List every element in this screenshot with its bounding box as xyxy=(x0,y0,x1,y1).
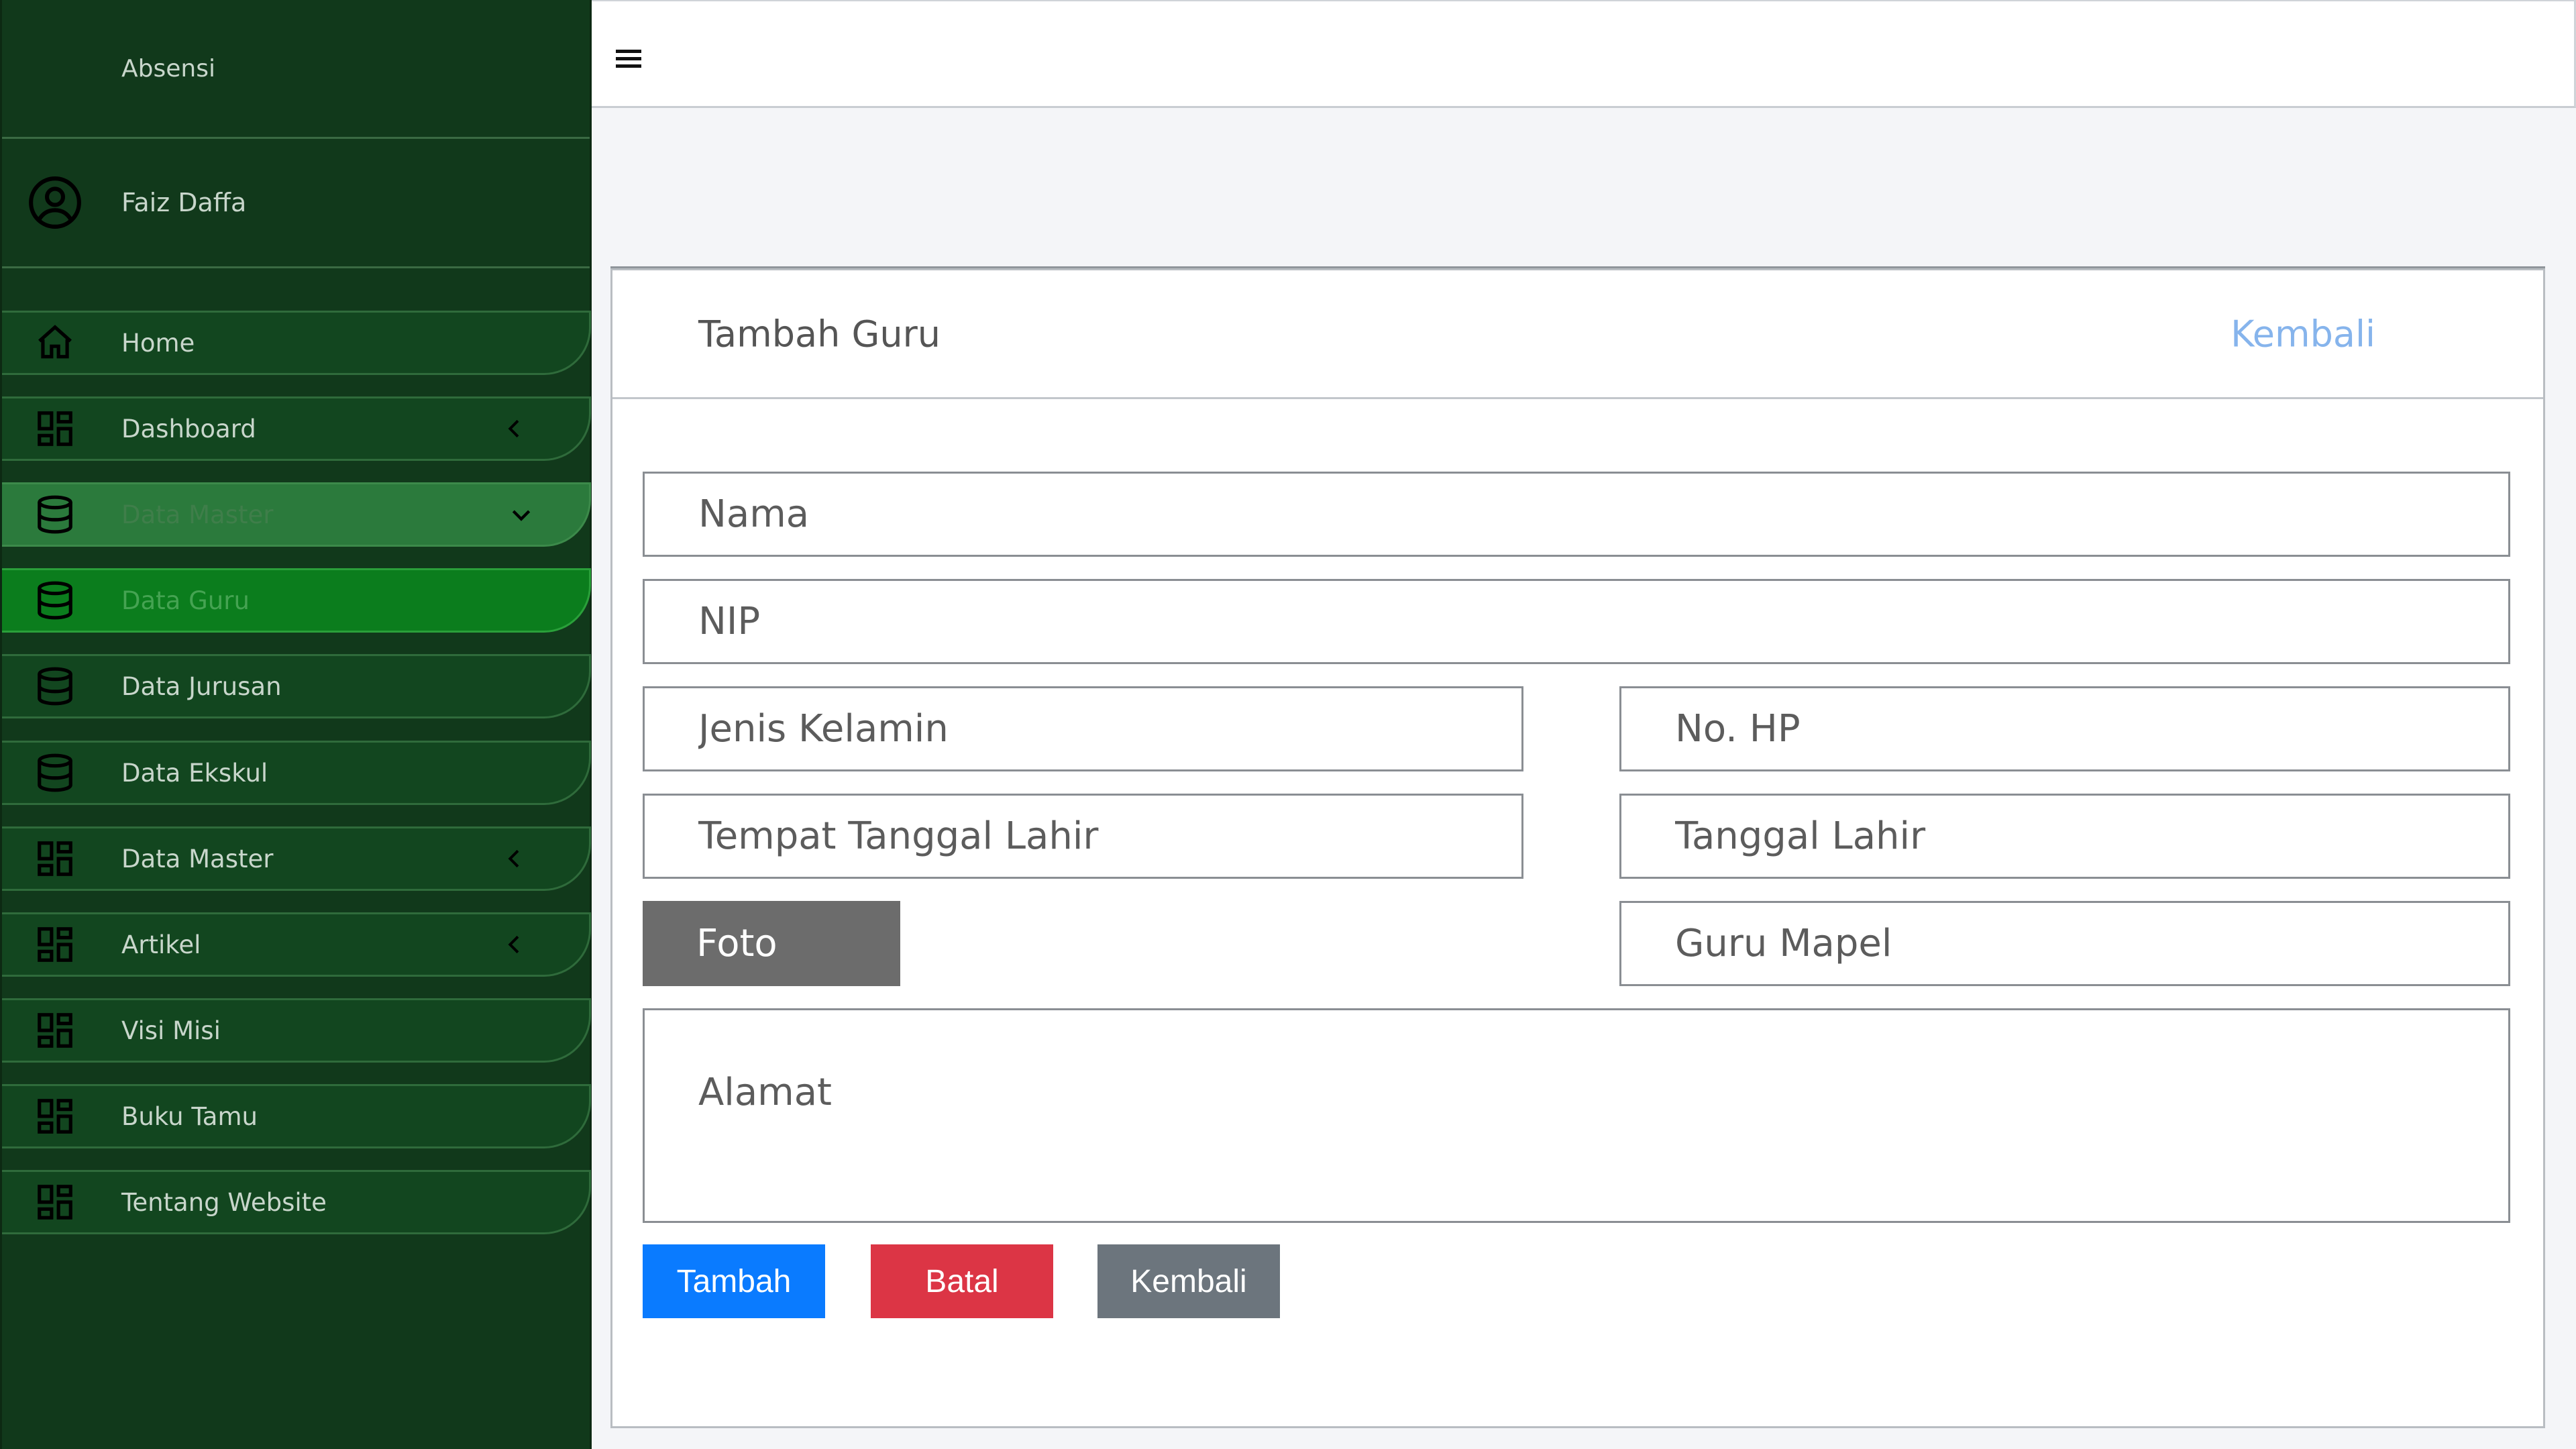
back-link[interactable]: Kembali xyxy=(2231,313,2375,355)
database-icon xyxy=(38,753,72,792)
tanggal-lahir-field[interactable] xyxy=(1619,794,2510,879)
nama-input[interactable] xyxy=(698,492,2508,536)
sidebar: Absensi Faiz Daffa Home Dashboard Data M… xyxy=(0,0,592,1449)
grid-icon xyxy=(38,1013,72,1048)
no-hp-field[interactable] xyxy=(1619,686,2510,771)
tambah-guru-card: Tambah Guru Kembali Foto Tambah Batal Ke… xyxy=(610,268,2545,1428)
nama-field[interactable] xyxy=(643,472,2510,557)
chevron-down-icon xyxy=(512,510,531,521)
guru-mapel-field[interactable] xyxy=(1619,901,2510,986)
foto-upload-button[interactable]: Foto xyxy=(643,901,900,986)
chevron-left-icon xyxy=(508,419,519,438)
tempat-tanggal-lahir-input[interactable] xyxy=(698,814,1521,858)
sidebar-item-label: Artikel xyxy=(121,930,201,959)
alamat-textarea[interactable] xyxy=(698,1071,2508,1165)
grid-icon xyxy=(38,411,72,446)
sidebar-item-label: Home xyxy=(121,328,195,358)
card-title: Tambah Guru xyxy=(698,313,941,355)
card-header: Tambah Guru Kembali xyxy=(612,270,2543,399)
chevron-left-icon xyxy=(508,935,519,954)
grid-icon xyxy=(38,1185,72,1220)
tanggal-lahir-input[interactable] xyxy=(1675,814,2508,858)
grid-icon xyxy=(38,1099,72,1134)
guru-mapel-input[interactable] xyxy=(1675,922,2508,965)
chevron-left-icon xyxy=(508,849,519,868)
topbar xyxy=(592,0,2576,108)
sidebar-item-visi-misi[interactable]: Visi Misi xyxy=(2,998,591,1063)
sidebar-item-tentang-website[interactable]: Tentang Website xyxy=(2,1170,591,1234)
sidebar-item-artikel[interactable]: Artikel xyxy=(2,912,591,977)
nip-field[interactable] xyxy=(643,579,2510,664)
user-panel[interactable]: Faiz Daffa xyxy=(2,139,590,268)
sidebar-item-buku-tamu[interactable]: Buku Tamu xyxy=(2,1084,591,1148)
sidebar-item-data-master[interactable]: Data Master xyxy=(2,482,591,547)
tambah-button[interactable]: Tambah xyxy=(643,1244,825,1318)
user-avatar-icon xyxy=(29,176,81,229)
sidebar-item-data-guru[interactable]: Data Guru xyxy=(2,568,591,633)
kembali-button[interactable]: Kembali xyxy=(1097,1244,1280,1318)
sidebar-item-data-master-2[interactable]: Data Master xyxy=(2,826,591,891)
database-icon xyxy=(38,495,72,534)
sidebar-item-data-ekskul[interactable]: Data Ekskul xyxy=(2,741,591,805)
database-icon xyxy=(38,667,72,706)
sidebar-item-dashboard[interactable]: Dashboard xyxy=(2,396,591,461)
hamburger-icon[interactable] xyxy=(616,50,641,68)
sidebar-item-home[interactable]: Home xyxy=(2,311,591,375)
home-icon xyxy=(38,325,72,359)
tempat-tanggal-lahir-field[interactable] xyxy=(643,794,1523,879)
jenis-kelamin-field[interactable] xyxy=(643,686,1523,771)
sidebar-item-data-jurusan[interactable]: Data Jurusan xyxy=(2,654,591,718)
database-icon xyxy=(38,581,72,620)
jenis-kelamin-input[interactable] xyxy=(698,707,1521,751)
batal-button[interactable]: Batal xyxy=(871,1244,1053,1318)
no-hp-input[interactable] xyxy=(1675,707,2508,751)
grid-icon xyxy=(38,841,72,876)
brand-title[interactable]: Absensi xyxy=(2,0,590,139)
alamat-field[interactable] xyxy=(643,1008,2510,1223)
grid-icon xyxy=(38,927,72,962)
nip-input[interactable] xyxy=(698,600,2508,643)
